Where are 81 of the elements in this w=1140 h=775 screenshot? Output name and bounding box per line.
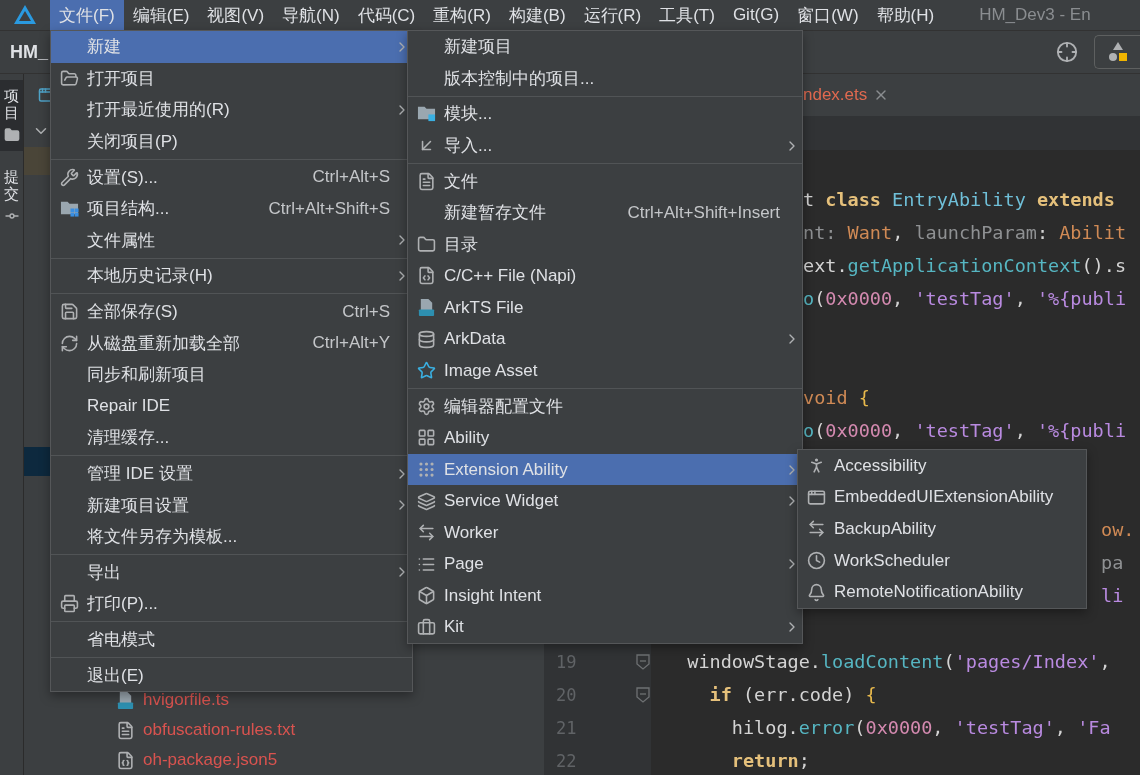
- code-line: pa: [1101, 552, 1124, 573]
- menu-item[interactable]: 导入...: [408, 129, 802, 162]
- menu-title[interactable]: 重构(R): [424, 0, 500, 30]
- locate-icon[interactable]: [1056, 41, 1078, 63]
- window-title: HM_Dev3 - En: [979, 5, 1091, 25]
- window-frame-icon: [806, 487, 826, 507]
- menu-title[interactable]: 文件(F): [50, 0, 124, 30]
- code-line: void {: [803, 387, 870, 408]
- code-line: o(0x0000, 'testTag', '%{publi: [803, 288, 1127, 309]
- database-icon: [416, 329, 436, 349]
- menu-title[interactable]: 代码(C): [348, 0, 425, 30]
- ts-file-icon: [116, 690, 135, 710]
- code-file-icon: [416, 266, 436, 286]
- folder-icon: [3, 127, 20, 143]
- menu-title[interactable]: 视图(V): [198, 0, 274, 30]
- code-line: li: [1101, 585, 1124, 606]
- shortcut-label: Ctrl+Alt+S: [312, 167, 390, 188]
- menu-item[interactable]: RemoteNotificationAbility: [798, 576, 1086, 608]
- menu-item[interactable]: 版本控制中的项目...: [408, 62, 802, 95]
- gear-icon: [416, 396, 436, 416]
- dots-grid-icon: [416, 460, 436, 479]
- code-line: o(0x0000, 'testTag', '%{publi: [803, 420, 1127, 441]
- menu-item[interactable]: 文件: [408, 165, 802, 197]
- widget-stack-icon: [416, 491, 436, 511]
- folder-open-icon: [59, 68, 79, 88]
- folder-icon: [416, 234, 436, 254]
- fold-icon[interactable]: [636, 653, 650, 670]
- file-icon: [416, 171, 436, 191]
- clock-icon: [806, 551, 826, 571]
- code-line: windowStage.loadContent('pages/Index',: [686, 651, 1111, 672]
- menu-title[interactable]: Git(G): [723, 0, 789, 30]
- tool-window-tab[interactable]: 项目: [0, 80, 23, 151]
- folder-grid-icon: [59, 199, 79, 219]
- menu-title[interactable]: 编辑(E): [123, 0, 199, 30]
- code-line: nt: Want, launchParam: Abilit: [803, 222, 1127, 243]
- menu-item[interactable]: 模块...: [408, 98, 802, 130]
- code-line: t class EntryAbility extends: [803, 189, 1115, 210]
- refresh-icon: [59, 333, 79, 353]
- module-folder-icon: [416, 104, 436, 124]
- menu-item[interactable]: ArkTS File: [408, 291, 802, 324]
- menu-item[interactable]: Image Asset: [408, 354, 802, 387]
- menu-item[interactable]: 目录: [408, 228, 802, 261]
- tool-window-tab[interactable]: 提交: [0, 161, 23, 232]
- shortcut-label: Ctrl+Alt+Shift+S: [268, 198, 390, 219]
- menu-item[interactable]: 编辑器配置文件: [408, 390, 802, 423]
- menu-title[interactable]: 帮助(H): [867, 0, 944, 30]
- code-line: if (err.code) {: [708, 684, 877, 705]
- menu-title[interactable]: 运行(R): [574, 0, 651, 30]
- star-icon: [416, 361, 436, 381]
- text-file-icon: [116, 720, 135, 740]
- shapes-button[interactable]: [1094, 35, 1140, 69]
- menu-item[interactable]: BackupAbility: [798, 513, 1086, 545]
- json-file-icon: [116, 750, 135, 770]
- code-line: ow.: [1101, 519, 1135, 540]
- menu-title[interactable]: 工具(T): [650, 0, 724, 30]
- menu-item[interactable]: 退出(E): [51, 659, 412, 691]
- shortcut-label: Ctrl+Alt+Y: [312, 333, 390, 354]
- shortcut-label: Ctrl+S: [342, 301, 390, 322]
- menu-item[interactable]: WorkScheduler: [798, 544, 1086, 577]
- menu-title[interactable]: 导航(N): [273, 0, 349, 30]
- app-logo: [13, 4, 37, 26]
- briefcase-icon: [416, 618, 436, 637]
- save-icon: [59, 302, 79, 322]
- wrench-icon: [59, 167, 79, 187]
- bell-icon: [806, 582, 826, 602]
- grid-icon: [416, 428, 436, 448]
- code-line: ext.getApplicationContext().s: [803, 255, 1127, 276]
- script-file-icon: [416, 298, 436, 318]
- menu-item[interactable]: ArkData: [408, 323, 802, 355]
- fold-icon[interactable]: [636, 686, 650, 703]
- printer-icon: [59, 594, 79, 614]
- project-name: HM_: [10, 41, 48, 63]
- arrows-exchange-icon: [416, 523, 436, 543]
- menu-title[interactable]: 构建(B): [499, 0, 575, 30]
- code-line: hilog.error(0x0000, 'testTag', 'Fa: [730, 717, 1111, 738]
- cube-icon: [416, 586, 436, 606]
- menu-title[interactable]: 窗口(W): [788, 0, 868, 30]
- shortcut-label: Ctrl+Alt+Shift+Insert: [627, 202, 780, 223]
- menu-item[interactable]: 新建暂存文件 Ctrl+Alt+Shift+Insert: [408, 196, 802, 229]
- code-line: return;: [730, 750, 810, 771]
- backup-arrows-icon: [806, 519, 826, 539]
